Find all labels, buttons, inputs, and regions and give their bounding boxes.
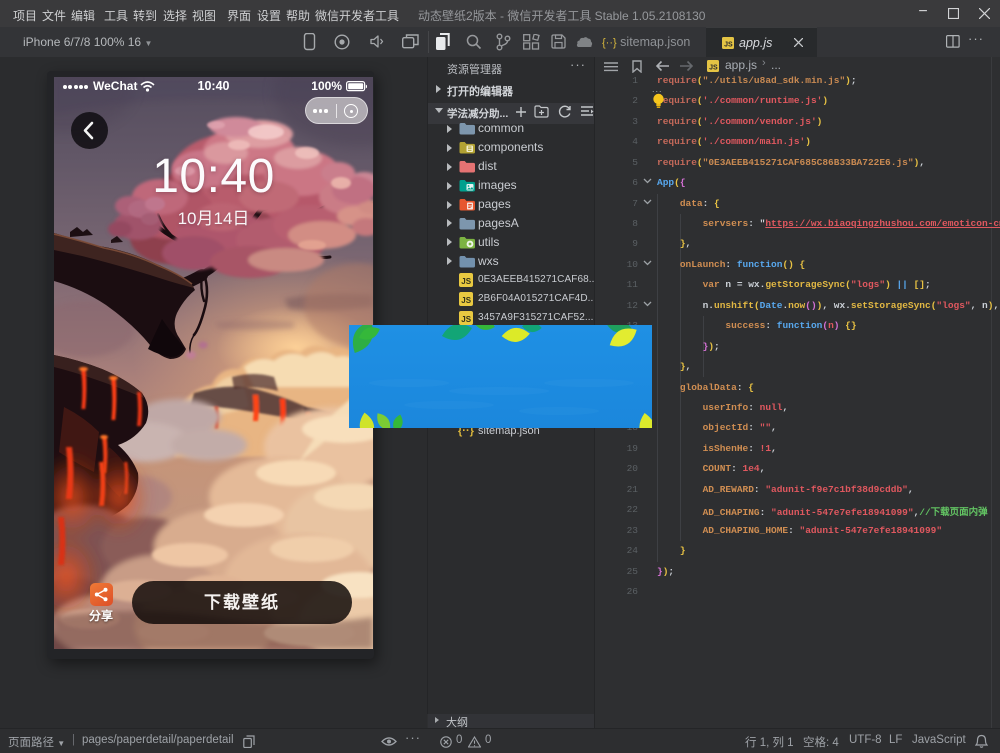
svg-text:JS: JS: [461, 277, 471, 286]
svg-text:JS: JS: [461, 315, 471, 324]
svg-text:JS: JS: [724, 42, 733, 49]
svg-text:JS: JS: [461, 296, 471, 305]
